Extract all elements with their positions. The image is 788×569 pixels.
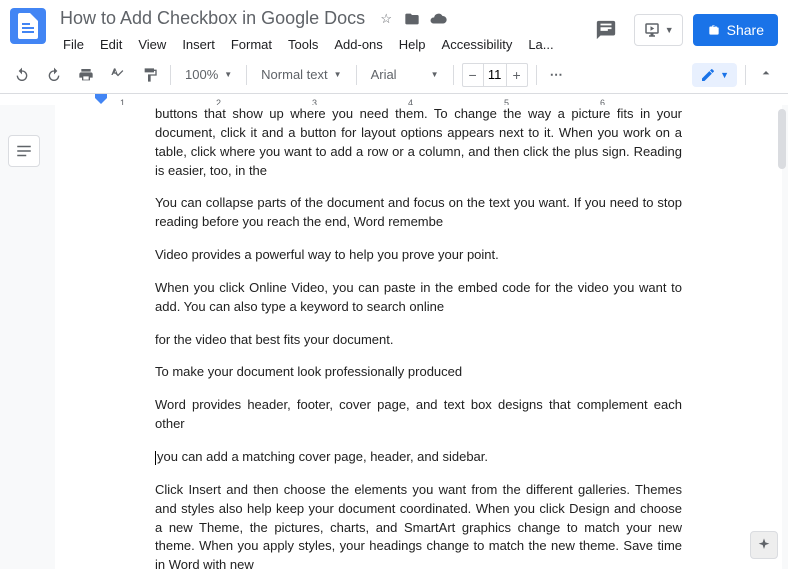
toolbar-separator (356, 65, 357, 85)
menu-bar: File Edit View Insert Format Tools Add-o… (56, 33, 578, 56)
paragraph[interactable]: When you click Online Video, you can pas… (155, 279, 682, 317)
menu-file[interactable]: File (56, 33, 91, 56)
comments-history-icon[interactable] (588, 12, 624, 48)
spellcheck-icon[interactable] (106, 63, 130, 87)
document-outline-icon[interactable] (8, 135, 40, 167)
redo-icon[interactable] (42, 63, 66, 87)
workspace: buttons that show up where you need them… (0, 105, 788, 569)
paragraph[interactable]: you can add a matching cover page, heade… (155, 448, 682, 467)
editing-mode-button[interactable]: ▼ (692, 63, 737, 87)
move-icon[interactable] (403, 10, 421, 28)
menu-view[interactable]: View (131, 33, 173, 56)
toolbar-separator (536, 65, 537, 85)
cloud-status-icon[interactable] (429, 10, 447, 28)
font-size-input[interactable] (483, 64, 507, 86)
paragraph[interactable]: Click Insert and then choose the element… (155, 481, 682, 569)
font-size-increase[interactable]: + (507, 64, 527, 86)
paragraph[interactable]: Word provides header, footer, cover page… (155, 396, 682, 434)
explore-icon[interactable] (750, 531, 778, 559)
scrollbar-thumb[interactable] (778, 109, 786, 169)
menu-insert[interactable]: Insert (175, 33, 222, 56)
toolbar: 100%▼ Normal text▼ Arial▼ − + ⋯ ▼ (0, 56, 788, 94)
app-header: How to Add Checkbox in Google Docs ☆ Fil… (0, 0, 788, 56)
document-page[interactable]: buttons that show up where you need them… (55, 105, 782, 569)
menu-help[interactable]: Help (392, 33, 433, 56)
style-select[interactable]: Normal text▼ (255, 65, 347, 84)
toolbar-separator (246, 65, 247, 85)
page-scroll-area[interactable]: buttons that show up where you need them… (0, 105, 788, 569)
undo-icon[interactable] (10, 63, 34, 87)
present-button[interactable]: ▼ (634, 14, 683, 46)
font-size-control: − + (462, 63, 528, 87)
print-icon[interactable] (74, 63, 98, 87)
menu-accessibility[interactable]: Accessibility (435, 33, 520, 56)
star-icon[interactable]: ☆ (377, 10, 395, 28)
paint-format-icon[interactable] (138, 63, 162, 87)
share-label: Share (727, 22, 764, 38)
menu-tools[interactable]: Tools (281, 33, 325, 56)
menu-addons[interactable]: Add-ons (327, 33, 389, 56)
menu-overflow[interactable]: La... (521, 33, 560, 56)
paragraph[interactable]: for the video that best fits your docume… (155, 331, 682, 350)
paragraph[interactable]: To make your document look professionall… (155, 363, 682, 382)
toolbar-more-icon[interactable]: ⋯ (545, 63, 569, 87)
paragraph[interactable]: buttons that show up where you need them… (155, 105, 682, 180)
font-select[interactable]: Arial▼ (365, 65, 445, 84)
zoom-select[interactable]: 100%▼ (179, 65, 238, 84)
toolbar-separator (170, 65, 171, 85)
toolbar-separator (453, 65, 454, 85)
document-title[interactable]: How to Add Checkbox in Google Docs (56, 6, 369, 31)
menu-format[interactable]: Format (224, 33, 279, 56)
paragraph[interactable]: Video provides a powerful way to help yo… (155, 246, 682, 265)
toolbar-separator (745, 65, 746, 85)
share-button[interactable]: Share (693, 14, 778, 46)
font-size-decrease[interactable]: − (463, 64, 483, 86)
paragraph[interactable]: You can collapse parts of the document a… (155, 194, 682, 232)
menu-edit[interactable]: Edit (93, 33, 129, 56)
docs-logo-icon[interactable] (10, 8, 46, 44)
collapse-toolbar-icon[interactable] (754, 61, 778, 88)
